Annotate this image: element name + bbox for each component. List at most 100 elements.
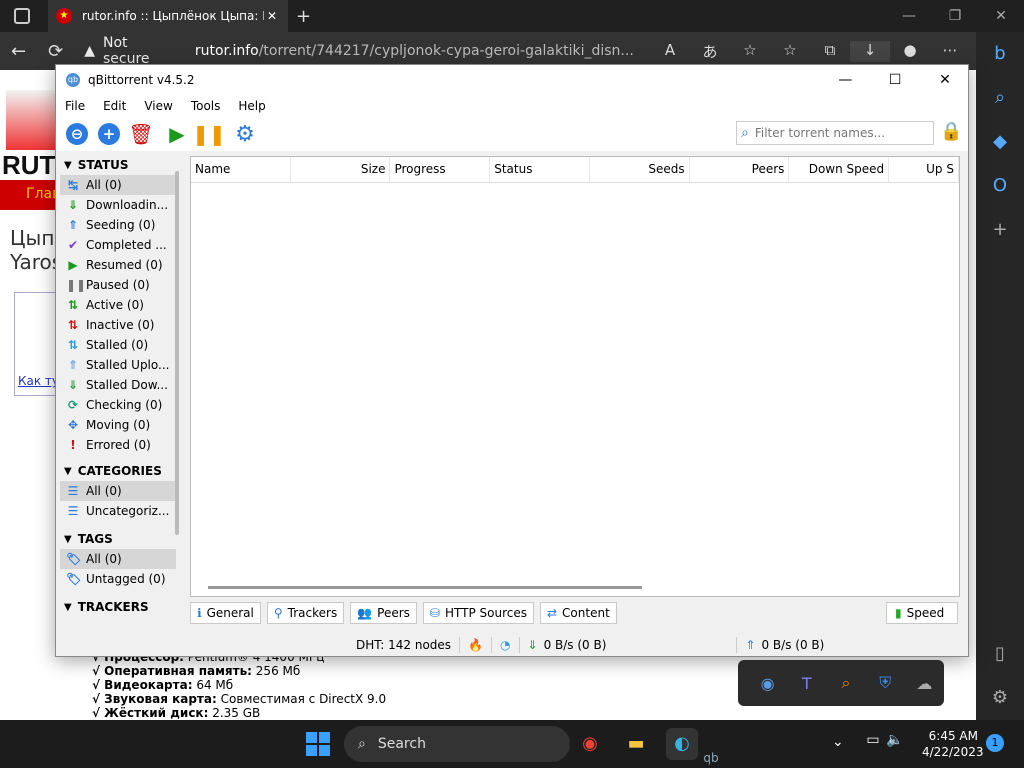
filter-torrents-input[interactable]: ⌕ Filter torrent names... xyxy=(736,121,934,145)
status-filter-item[interactable]: ✥ Moving (0) xyxy=(60,415,176,435)
status-filter-item[interactable]: ▶ Resumed (0) xyxy=(60,255,176,275)
not-secure-label[interactable]: Not secure xyxy=(103,35,177,67)
read-aloud-icon[interactable]: A xyxy=(650,41,690,62)
status-filter-item[interactable]: ⟳ Checking (0) xyxy=(60,395,176,415)
category-filter-item[interactable]: ☰ All (0) xyxy=(60,481,176,501)
onedrive-tray-icon[interactable]: ☁ xyxy=(905,674,944,693)
tags-section-header[interactable]: ▼ TAGS xyxy=(60,529,176,549)
bing-chat-icon[interactable]: b xyxy=(976,32,1024,76)
column-header-up-s[interactable]: Up S xyxy=(889,157,959,182)
back-icon[interactable]: ← xyxy=(0,41,37,62)
status-section-header[interactable]: ▼ STATUS xyxy=(60,155,176,175)
security-tray-icon[interactable]: ⛨ xyxy=(866,673,905,693)
status-filter-item[interactable]: ! Errored (0) xyxy=(60,435,176,455)
column-header-status[interactable]: Status xyxy=(490,157,590,182)
taskbar-search[interactable]: ⌕ Search xyxy=(344,726,570,762)
refresh-icon[interactable]: ⟳ xyxy=(37,41,74,62)
menu-edit[interactable]: Edit xyxy=(94,99,135,113)
tab-peers[interactable]: 👥 Peers xyxy=(350,602,417,624)
tab-http-sources[interactable]: ⛁ HTTP Sources xyxy=(422,602,534,624)
status-filter-item[interactable]: ⇑ Stalled Uplo... xyxy=(60,355,176,375)
favorites-icon[interactable]: ☆ xyxy=(770,41,810,62)
status-filter-item[interactable]: ✔ Completed ... xyxy=(60,235,176,255)
menu-file[interactable]: File xyxy=(56,99,94,113)
outlook-icon[interactable]: O xyxy=(976,164,1024,208)
translate-icon[interactable]: あ xyxy=(690,41,730,62)
speed-tab[interactable]: ▮ Speed xyxy=(886,602,958,624)
qb-close-icon[interactable]: ✕ xyxy=(922,72,968,88)
status-filter-item[interactable]: ↹ All (0) xyxy=(60,175,176,195)
trackers-section-header[interactable]: ▼ TRACKERS xyxy=(60,597,176,617)
sidebar-tools-icon[interactable]: ◆ xyxy=(976,120,1024,164)
status-filter-item[interactable]: ⇑ Seeding (0) xyxy=(60,215,176,235)
delete-torrent-button[interactable]: 🗑 xyxy=(126,119,156,149)
categories-section-header[interactable]: ▼ CATEGORIES xyxy=(60,461,176,481)
sidebar-scrollbar[interactable] xyxy=(175,171,179,535)
close-icon[interactable]: ✕ xyxy=(978,0,1024,32)
tab-content[interactable]: ⇄ Content xyxy=(539,602,617,624)
rutor-nav-link[interactable]: Глав xyxy=(0,180,60,210)
downloads-icon[interactable]: ↓ xyxy=(850,40,890,62)
chevron-up-icon[interactable]: ⌄ xyxy=(832,734,844,750)
download-speed[interactable]: 0 B/s (0 B) xyxy=(544,638,607,652)
restore-icon[interactable]: ❐ xyxy=(932,0,978,32)
tag-filter-item[interactable]: 🏷 Untagged (0) xyxy=(60,569,176,589)
status-filter-item[interactable]: ⇓ Stalled Dow... xyxy=(60,375,176,395)
more-icon[interactable]: ⋯ xyxy=(930,41,970,62)
resume-button[interactable]: ▶ xyxy=(162,119,192,149)
qbittorrent-tray-icon[interactable]: ◉ xyxy=(748,674,787,693)
network-icon[interactable]: ▭ xyxy=(862,732,884,748)
column-header-seeds[interactable]: Seeds xyxy=(590,157,690,182)
tab-general[interactable]: ℹ General xyxy=(190,602,261,624)
add-favorite-icon[interactable]: ☆ xyxy=(730,41,770,62)
address-field[interactable]: ▲ Not secure rutor.info /torrent/744217/… xyxy=(84,35,650,67)
howto-link[interactable]: Как ту xyxy=(18,374,59,388)
notification-badge[interactable]: 1 xyxy=(986,734,1004,752)
column-header-name[interactable]: Name xyxy=(191,157,291,182)
qbittorrent-taskbar-icon[interactable]: qb xyxy=(698,748,724,768)
lock-icon[interactable]: 🔒 xyxy=(940,121,962,145)
upload-speed[interactable]: 0 B/s (0 B) xyxy=(761,638,824,652)
menu-tools[interactable]: Tools xyxy=(182,99,230,113)
status-filter-item[interactable]: ⇅ Stalled (0) xyxy=(60,335,176,355)
category-filter-item[interactable]: ☰ Uncategoriz... xyxy=(60,501,176,521)
fire-icon[interactable]: 🔥 xyxy=(468,638,483,652)
tab-actions-icon[interactable] xyxy=(14,8,30,24)
tab-trackers[interactable]: ⚲ Trackers xyxy=(266,602,345,624)
menu-view[interactable]: View xyxy=(135,99,181,113)
list-horizontal-scrollbar[interactable] xyxy=(208,586,642,589)
qb-maximize-icon[interactable]: ☐ xyxy=(872,72,918,88)
connection-status-icon[interactable]: ◔ xyxy=(500,638,510,652)
volume-icon[interactable]: 🔈 xyxy=(884,732,906,748)
column-header-size[interactable]: Size xyxy=(291,157,391,182)
file-explorer-icon[interactable]: ▬ xyxy=(620,728,652,760)
column-header-down-speed[interactable]: Down Speed xyxy=(789,157,890,182)
status-filter-item[interactable]: ⇅ Inactive (0) xyxy=(60,315,176,335)
browser-tab[interactable]: ★ rutor.info :: Цыплёнок Цыпа: Гер ✕ xyxy=(48,0,288,32)
sidebar-search-icon[interactable]: ⌕ xyxy=(976,76,1024,120)
status-filter-item[interactable]: ⇅ Active (0) xyxy=(60,295,176,315)
tag-filter-item[interactable]: 🏷 All (0) xyxy=(60,549,176,569)
minimize-icon[interactable]: — xyxy=(886,0,932,32)
teams-tray-icon[interactable]: T xyxy=(787,674,826,693)
pause-button[interactable]: ❚❚ xyxy=(192,119,226,149)
options-button[interactable]: ⚙ xyxy=(230,119,260,149)
clock[interactable]: 6:45 AM 4/22/2023 xyxy=(922,728,984,760)
add-torrent-file-button[interactable]: + xyxy=(94,119,124,149)
sidebar-settings-icon[interactable]: ⚙ xyxy=(976,676,1024,720)
close-tab-icon[interactable]: ✕ xyxy=(264,9,280,23)
profile-icon[interactable]: ● xyxy=(890,41,930,62)
column-header-progress[interactable]: Progress xyxy=(390,157,491,182)
new-tab-button[interactable]: + xyxy=(296,6,311,27)
add-torrent-link-button[interactable]: ⊖ xyxy=(62,119,92,149)
torrent-list[interactable]: Name Size Progress Status Seeds Peers Down Spe… xyxy=(190,156,960,597)
start-button[interactable] xyxy=(306,732,330,756)
edge-icon[interactable]: ◐ xyxy=(666,728,698,760)
status-filter-item[interactable]: ❚❚ Paused (0) xyxy=(60,275,176,295)
column-header-peers[interactable]: Peers xyxy=(690,157,790,182)
qb-minimize-icon[interactable]: — xyxy=(822,72,868,88)
search-tray-icon[interactable]: ⌕ xyxy=(826,673,865,693)
sidebar-hide-icon[interactable]: ▯ xyxy=(976,632,1024,676)
menu-help[interactable]: Help xyxy=(229,99,274,113)
status-filter-item[interactable]: ⇓ Downloadin... xyxy=(60,195,176,215)
